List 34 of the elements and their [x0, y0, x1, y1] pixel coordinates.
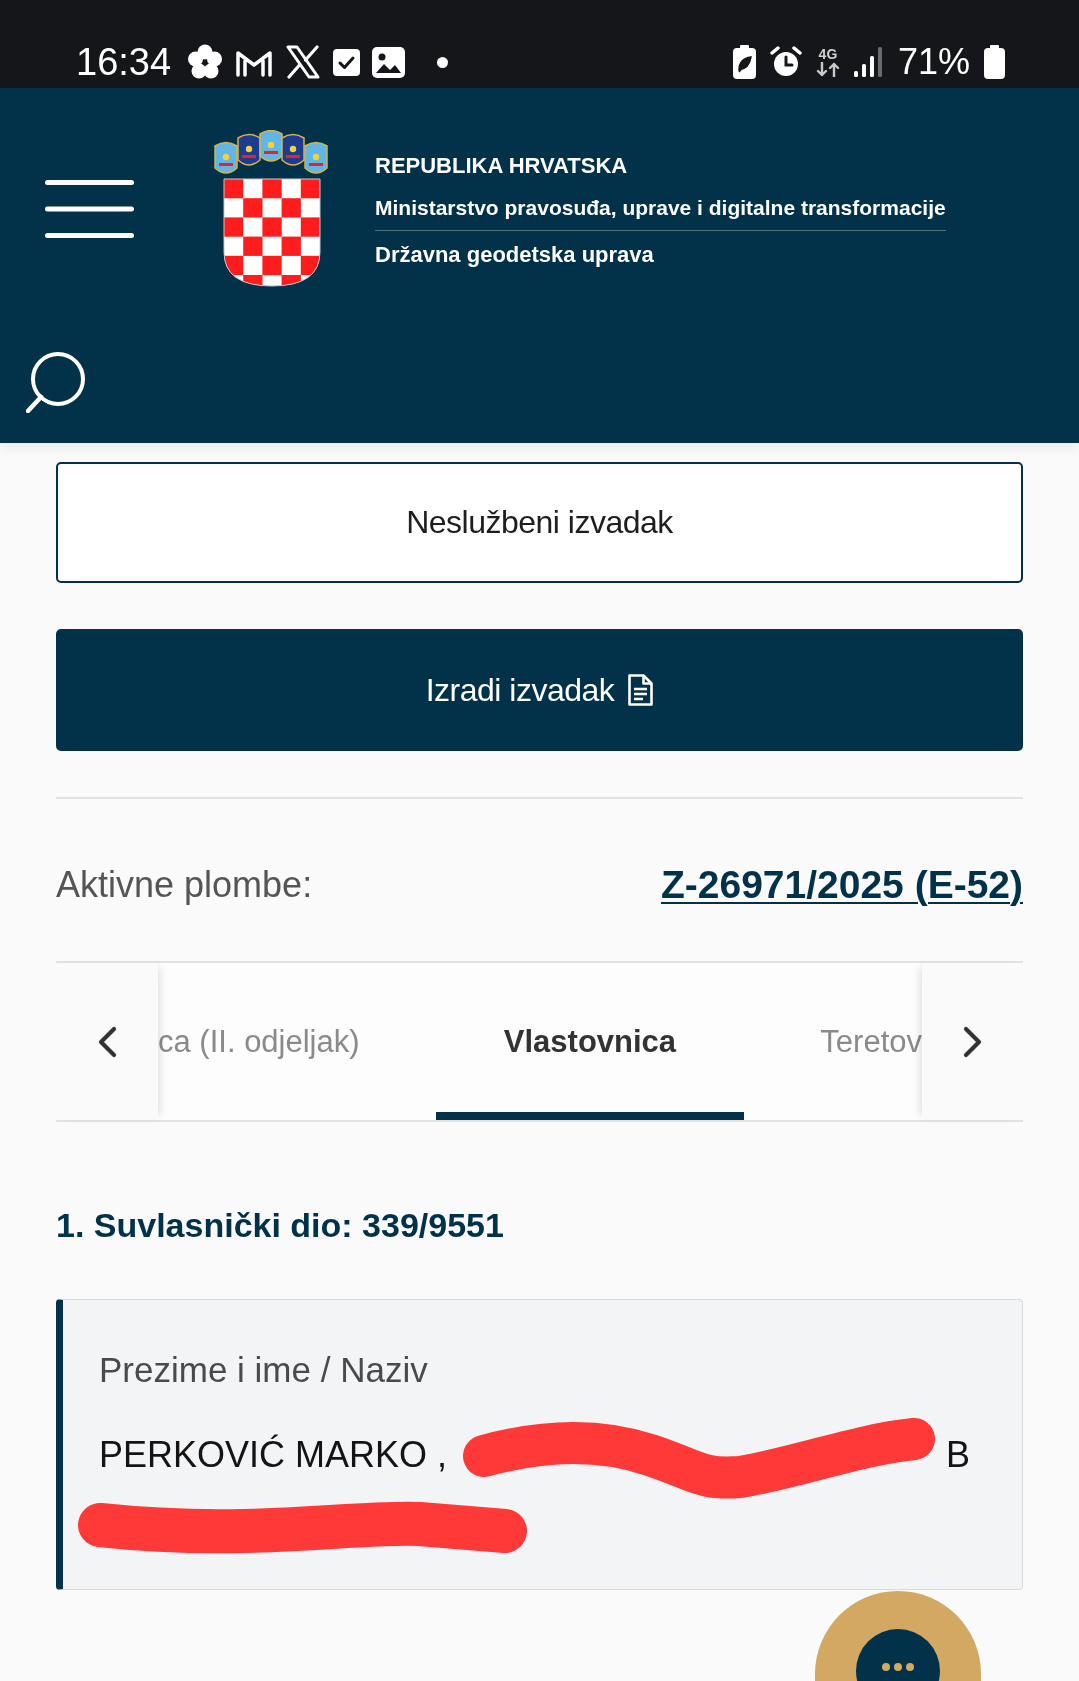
- agency-name: Državna geodetska uprava: [375, 241, 654, 269]
- search-icon: [26, 351, 86, 413]
- country-name: REPUBLIKA HRVATSKA: [375, 152, 628, 180]
- data-arrows-icon: [815, 62, 840, 77]
- seals-label: Aktivne plombe:: [56, 864, 313, 906]
- search-button[interactable]: [26, 351, 86, 413]
- share-heading: 1. Suvlasnički dio: 339/9551: [56, 1205, 504, 1245]
- coat-of-arms-icon: [213, 130, 329, 287]
- chevron-right-icon: [962, 1025, 983, 1058]
- image-icon: [372, 46, 406, 78]
- ministry-name: Ministarstvo pravosuđa, uprave i digitalne transformacije: [375, 195, 946, 221]
- dot-icon: [437, 56, 449, 68]
- battery-percent: 71%: [897, 41, 970, 83]
- clock-time: 16:34: [76, 40, 172, 84]
- flower-icon: [187, 44, 224, 80]
- chevron-left-icon: [97, 1025, 117, 1058]
- owner-name-end: B: [946, 1433, 970, 1477]
- chat-bubble-icon: [856, 1629, 940, 1681]
- battery-icon: [984, 45, 1005, 79]
- network-type: 4G: [818, 47, 838, 62]
- battery-leaf-icon: [732, 45, 756, 79]
- owner-name: PERKOVIĆ MARKO ,: [99, 1433, 448, 1477]
- menu-icon: [45, 180, 134, 238]
- checked-box-icon: [333, 48, 361, 76]
- tab[interactable]: Vlastovnica: [435, 963, 745, 1120]
- create-extract-button[interactable]: Izradi izvadak: [56, 629, 1023, 751]
- seal-link[interactable]: Z-26971/2025 (E-52): [660, 863, 1023, 907]
- unofficial-extract-button[interactable]: Neslužbeni izvadak: [56, 462, 1023, 583]
- alarm-clock-icon: [769, 46, 802, 78]
- document-icon: [628, 674, 654, 706]
- menu-button[interactable]: [45, 180, 134, 238]
- signal-icon: [853, 47, 882, 77]
- field-label: Prezime i ime / Naziv: [99, 1350, 428, 1390]
- x-mark-icon: [285, 45, 322, 79]
